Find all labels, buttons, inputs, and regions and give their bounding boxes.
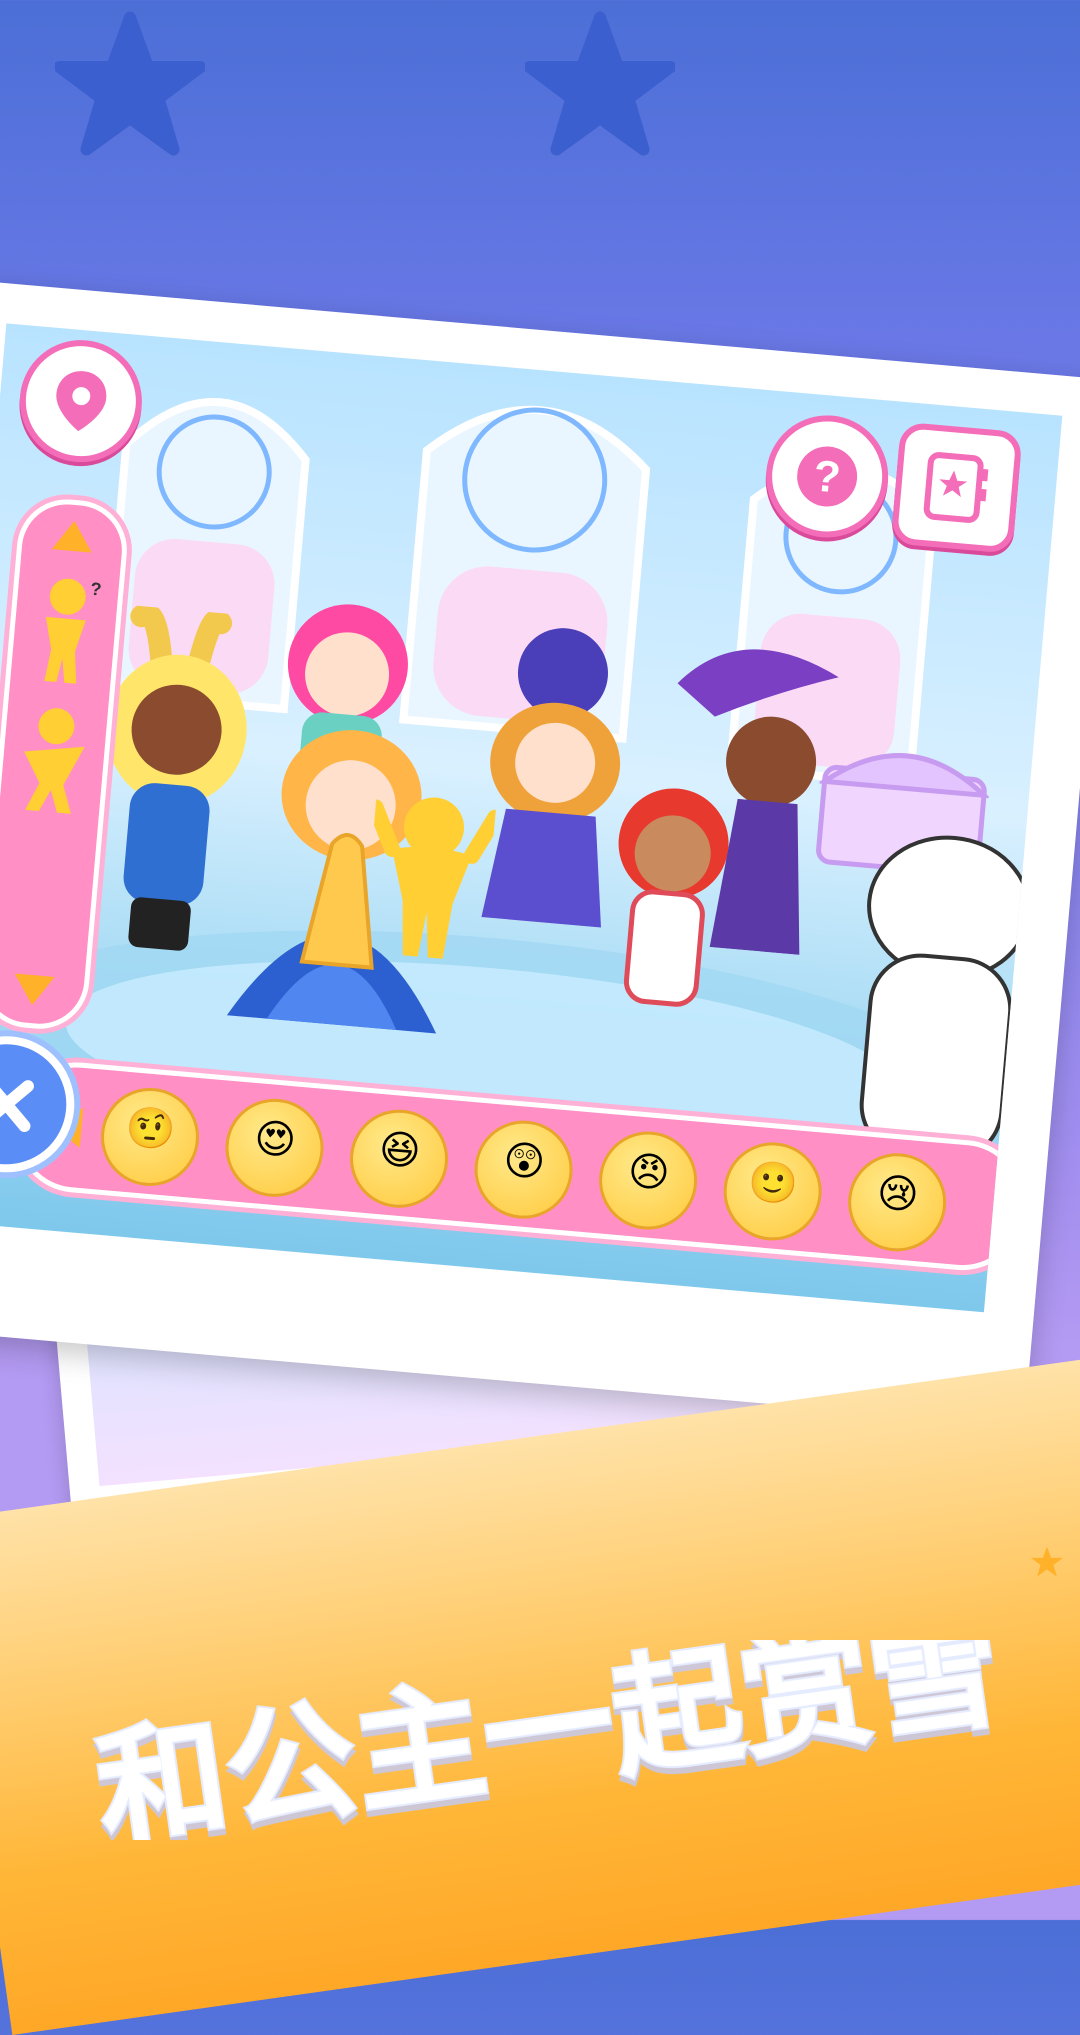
shocked-emoji-glyph: 😲: [501, 1136, 548, 1187]
ice-palace-scene: ? ? 🤨 😍 😆 😲 😠 🙂 😢: [0, 323, 1063, 1313]
promo-title: 和公主一起赏雪: [85, 1640, 1011, 1840]
angry-emoji[interactable]: 😠: [595, 1127, 702, 1234]
laughing-emoji-glyph: 😆: [376, 1126, 423, 1176]
confused-emoji[interactable]: 🤨: [96, 1083, 204, 1191]
sticker-album-icon: [923, 452, 989, 523]
heart-eyes-emoji-glyph: 😍: [252, 1115, 298, 1165]
promo-title-text: 和公主一起赏雪: [87, 1640, 1009, 1840]
map-pin-icon: [56, 371, 107, 432]
smile-emoji[interactable]: 🙂: [719, 1138, 826, 1245]
background-star-icon: [55, 11, 205, 156]
confused-emoji-glyph: 🤨: [123, 1103, 178, 1155]
sticker-album-button[interactable]: [890, 421, 1023, 554]
pose-dance[interactable]: [9, 701, 98, 818]
heart-eyes-emoji[interactable]: 😍: [221, 1094, 328, 1201]
background-star-icon: [525, 11, 675, 156]
question-mark-icon: ?: [797, 446, 858, 507]
smile-emoji-glyph: 🙂: [746, 1158, 801, 1209]
angry-emoji-glyph: 😠: [626, 1147, 672, 1198]
laughing-emoji[interactable]: 😆: [345, 1105, 453, 1212]
crying-emoji[interactable]: 😢: [844, 1149, 951, 1256]
svg-text:?: ?: [812, 451, 843, 502]
main-screenshot-card: ? ? 🤨 😍 😆 😲 😠 🙂 😢: [0, 280, 1080, 1427]
pose-thinking[interactable]: ?: [24, 572, 105, 688]
sparkle-star-icon: [1031, 1546, 1063, 1577]
crying-emoji-glyph: 😢: [875, 1169, 921, 1220]
scroll-up-arrow-icon[interactable]: [50, 517, 97, 555]
svg-text:?: ?: [90, 579, 103, 600]
close-x-icon: [0, 1076, 34, 1132]
shocked-emoji[interactable]: 😲: [470, 1116, 577, 1223]
scroll-down-arrow-icon[interactable]: [10, 971, 57, 1009]
yellow-avatar-figure[interactable]: [363, 787, 497, 967]
